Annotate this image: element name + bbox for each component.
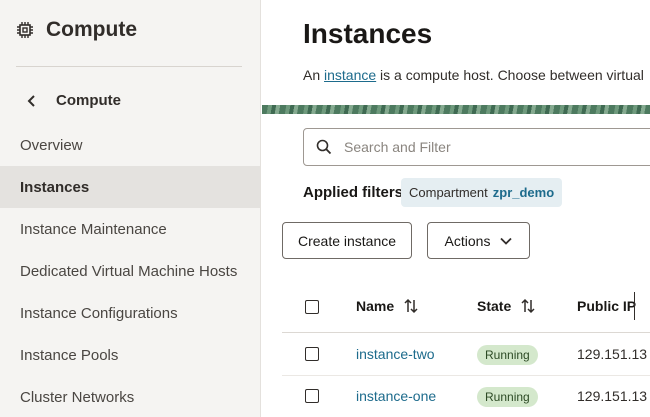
intro-suffix: is a compute host. Choose between virtua…	[376, 67, 644, 83]
sidebar-item-instance-pools[interactable]: Instance Pools	[0, 334, 260, 376]
row-checkbox[interactable]	[305, 389, 319, 403]
filter-chip-compartment[interactable]: Compartment zpr_demo	[401, 178, 563, 207]
instance-name-link[interactable]: instance-one	[356, 388, 436, 404]
column-header-public-ip-label: Public IP	[577, 298, 637, 314]
table-header-divider	[282, 332, 650, 333]
instance-name-link[interactable]: instance-two	[356, 346, 435, 362]
chevron-down-icon	[500, 237, 513, 245]
sidebar-item-cluster-networks[interactable]: Cluster Networks	[0, 376, 260, 417]
search-icon	[316, 139, 332, 155]
intro-text: An instance is a compute host. Choose be…	[303, 67, 644, 83]
sort-icon	[404, 298, 418, 314]
page-title: Instances	[303, 18, 433, 49]
search-input[interactable]	[344, 139, 634, 155]
sidebar-title: Compute	[46, 18, 137, 41]
column-header-state[interactable]: State	[477, 298, 536, 314]
filter-chip-value: zpr_demo	[492, 185, 555, 200]
row-checkbox[interactable]	[305, 347, 319, 361]
sidebar-item-instance-configurations[interactable]: Instance Configurations	[0, 292, 260, 334]
applied-filters-label: Applied filters	[303, 184, 404, 201]
sidebar-header: Compute	[16, 18, 137, 42]
filter-chip-key: Compartment	[409, 185, 488, 200]
public-ip-value: 129.151.13	[577, 388, 648, 404]
sidebar-item-overview[interactable]: Overview	[0, 124, 260, 166]
row-divider	[282, 375, 650, 376]
status-badge: Running	[477, 345, 538, 365]
main-content: Instances An instance is a compute host.…	[262, 0, 650, 417]
status-badge: Running	[477, 387, 538, 407]
sidebar-item-instance-maintenance[interactable]: Instance Maintenance	[0, 208, 260, 250]
sidebar-divider	[16, 66, 242, 67]
actions-button[interactable]: Actions	[427, 222, 530, 259]
sidebar-item-dedicated-vm-hosts[interactable]: Dedicated Virtual Machine Hosts	[0, 250, 260, 292]
sort-icon	[521, 298, 535, 314]
column-resize-handle[interactable]	[634, 292, 635, 320]
column-header-public-ip[interactable]: Public IP	[577, 298, 636, 314]
sidebar: Compute Compute Overview Instances Insta…	[0, 0, 261, 417]
column-header-state-label: State	[477, 298, 512, 314]
instance-doc-link[interactable]: instance	[324, 67, 376, 83]
chip-icon	[17, 22, 33, 38]
intro-prefix: An	[303, 67, 325, 83]
chevron-left-icon	[27, 94, 35, 107]
search-bar[interactable]	[303, 128, 650, 166]
column-header-name-label: Name	[356, 298, 395, 314]
select-all-checkbox[interactable]	[305, 300, 319, 314]
sidebar-item-instances[interactable]: Instances	[0, 166, 260, 208]
public-ip-value: 129.151.13	[577, 346, 648, 362]
decorative-banner	[262, 105, 650, 114]
sidebar-back-link[interactable]: Compute	[26, 92, 121, 109]
actions-button-label: Actions	[444, 232, 491, 249]
column-header-name[interactable]: Name	[356, 298, 419, 314]
create-instance-button[interactable]: Create instance	[282, 222, 412, 259]
sidebar-back-label: Compute	[56, 92, 121, 109]
